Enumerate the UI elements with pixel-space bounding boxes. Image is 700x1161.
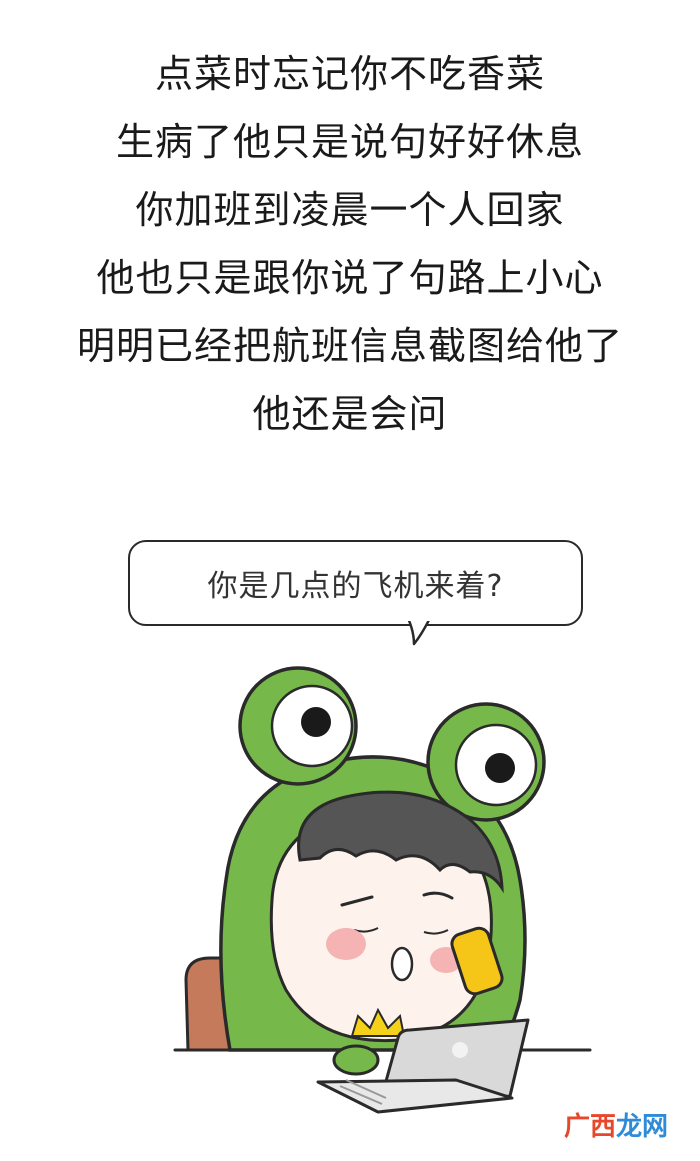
- frog-character-illustration: [173, 666, 592, 1114]
- speech-bubble-text: 你是几点的飞机来着?: [207, 569, 504, 604]
- poem-line: 你加班到凌晨一个人回家: [135, 188, 565, 232]
- frog-pupil-left: [301, 707, 331, 737]
- poem-line: 他还是会问: [252, 392, 448, 436]
- watermark-part-1: 广西: [563, 1112, 616, 1142]
- mouth: [390, 946, 414, 982]
- poem-line: 他也只是跟你说了句路上小心: [96, 256, 604, 300]
- watermark-part-2: 龙网: [615, 1112, 668, 1142]
- watermark: 广西龙网: [564, 1106, 668, 1143]
- laptop-logo: [452, 1042, 468, 1058]
- poem-text: 点菜时忘记你不吃香菜 生病了他只是说句好好休息 你加班到凌晨一个人回家 他也只是…: [0, 40, 700, 448]
- frog-pupil-right: [485, 753, 515, 783]
- poem-line: 明明已经把航班信息截图给他了: [76, 324, 623, 368]
- hand: [332, 1044, 380, 1076]
- blush-left: [326, 928, 366, 960]
- poem-line: 点菜时忘记你不吃香菜: [154, 52, 545, 96]
- poem-line: 生病了他只是说句好好休息: [115, 120, 584, 164]
